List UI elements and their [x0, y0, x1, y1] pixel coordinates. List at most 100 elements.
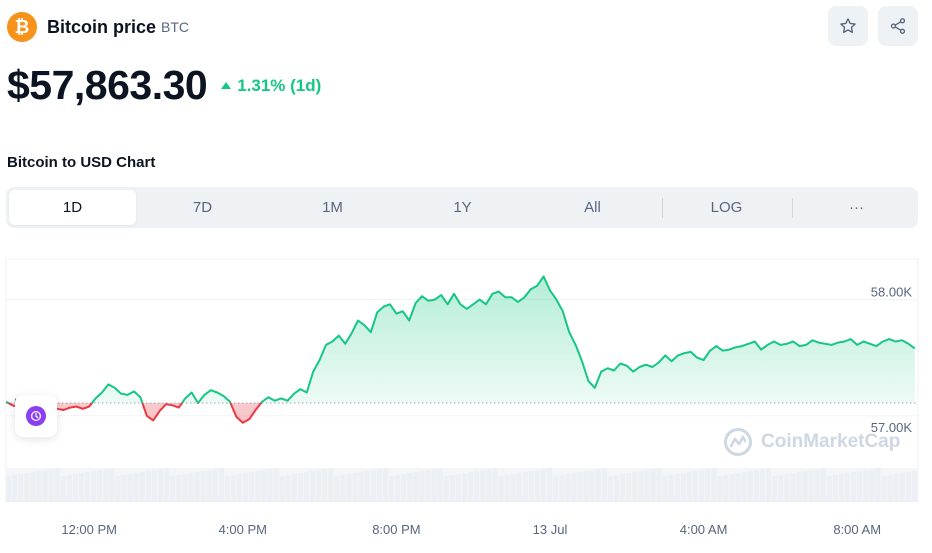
volume-bar	[139, 472, 145, 502]
volume-bar	[285, 475, 291, 502]
volume-bar	[389, 476, 395, 502]
volume-bar	[711, 468, 717, 502]
volume-bar	[72, 474, 78, 502]
volume-bar	[200, 471, 206, 502]
volume-bar	[364, 471, 370, 502]
volume-bar	[796, 472, 802, 502]
x-tick-label: 4:00 PM	[219, 522, 267, 537]
x-tick-label: 13 Jul	[533, 522, 568, 537]
volume-bar	[674, 474, 680, 502]
volume-bar	[42, 470, 48, 502]
share-button[interactable]	[878, 6, 918, 46]
volume-bar	[887, 475, 893, 502]
volume-bar	[449, 475, 455, 502]
tab-7d[interactable]: 7D	[139, 190, 266, 225]
watermark-text: CoinMarketCap	[761, 431, 901, 452]
x-tick-label: 8:00 AM	[833, 522, 881, 537]
volume-bar	[838, 474, 845, 502]
tab-1m[interactable]: 1M	[269, 190, 396, 225]
volume-bar	[753, 470, 759, 502]
y-tick-label: 58.00K	[871, 285, 913, 300]
volume-bar	[638, 471, 644, 502]
tab-more[interactable]: ···	[793, 190, 920, 225]
volume-bar	[376, 469, 382, 502]
current-price: $57,863.30	[7, 62, 208, 108]
volume-bar	[279, 476, 285, 502]
chart-section-title: Bitcoin to USD Chart	[7, 154, 156, 171]
volume-bar	[528, 471, 534, 502]
volume-bar	[316, 470, 322, 502]
volume-bar	[790, 473, 796, 502]
volume-bar	[273, 468, 279, 502]
volume-bar	[626, 473, 632, 502]
volume-bar	[267, 469, 273, 502]
volume-bar	[680, 473, 686, 502]
coinmarketcap-logo-icon	[724, 428, 752, 456]
volume-bar	[559, 475, 565, 502]
volume-bar	[522, 472, 528, 502]
x-tick-label: 8:00 PM	[372, 522, 420, 537]
volume-bar	[693, 471, 699, 502]
volume-bar	[492, 468, 498, 502]
volume-bar	[334, 476, 340, 502]
volume-bar	[170, 476, 176, 502]
volume-bar	[115, 476, 121, 502]
volume-bar	[419, 471, 425, 502]
coin-symbol: BTC	[161, 19, 190, 35]
volume-bar	[255, 471, 261, 502]
volume-bar	[401, 474, 407, 502]
price-chart[interactable]: 57.11K58.00K57.00K12:00 PM4:00 PM8:00 PM…	[0, 255, 932, 553]
volume-bar	[413, 472, 419, 502]
volume-bar	[468, 472, 474, 502]
volume-bar	[547, 468, 553, 502]
volume-bar	[237, 474, 243, 502]
volume-bar	[778, 475, 784, 502]
x-tick-label: 12:00 PM	[61, 522, 117, 537]
volume-bar	[230, 475, 237, 502]
volume-bar	[650, 469, 656, 502]
share-icon	[890, 18, 906, 34]
volume-bar	[194, 472, 200, 502]
x-tick-label: 4:00 AM	[680, 522, 728, 537]
tab-all[interactable]: All	[529, 190, 656, 225]
volume-bar	[206, 470, 212, 502]
volume-bar	[358, 472, 364, 502]
volume-bar	[212, 469, 218, 502]
volume-bar	[723, 475, 729, 502]
volume-bar	[486, 469, 492, 502]
volume-bar	[741, 472, 747, 502]
volume-bar	[595, 469, 601, 502]
history-button[interactable]	[15, 395, 57, 437]
watchlist-star-button[interactable]	[828, 6, 868, 46]
volume-bar	[766, 468, 772, 502]
volume-bar	[36, 471, 42, 502]
volume-bar	[541, 469, 547, 502]
volume-bar	[632, 472, 638, 502]
volume-bar	[474, 471, 480, 502]
volume-bar	[553, 476, 559, 502]
volume-bar	[182, 474, 188, 502]
timeframe-tabbar: 1D 7D 1M 1Y All LOG ···	[6, 187, 918, 228]
volume-bar	[802, 471, 808, 502]
volume-bar	[18, 474, 24, 502]
volume-bar	[48, 469, 54, 502]
volume-bar	[589, 470, 595, 502]
tab-1y[interactable]: 1Y	[399, 190, 526, 225]
tab-1d[interactable]: 1D	[9, 190, 136, 225]
volume-bar	[431, 469, 437, 502]
volume-bar	[510, 474, 516, 502]
volume-bar	[577, 472, 583, 502]
coin-header: ₿ Bitcoin price BTC	[7, 11, 189, 43]
volume-bar	[607, 476, 613, 502]
volume-bar	[808, 470, 814, 502]
volume-bar	[303, 472, 309, 502]
volume-bar	[583, 471, 589, 502]
volume-bar	[814, 469, 820, 502]
volume-bar	[243, 473, 249, 502]
volume-bar	[12, 475, 18, 502]
tab-log[interactable]: LOG	[663, 190, 790, 225]
volume-bar	[346, 474, 352, 502]
volume-bar	[370, 470, 376, 502]
volume-bar	[437, 468, 443, 502]
coinmarketcap-watermark: CoinMarketCap	[723, 427, 900, 457]
